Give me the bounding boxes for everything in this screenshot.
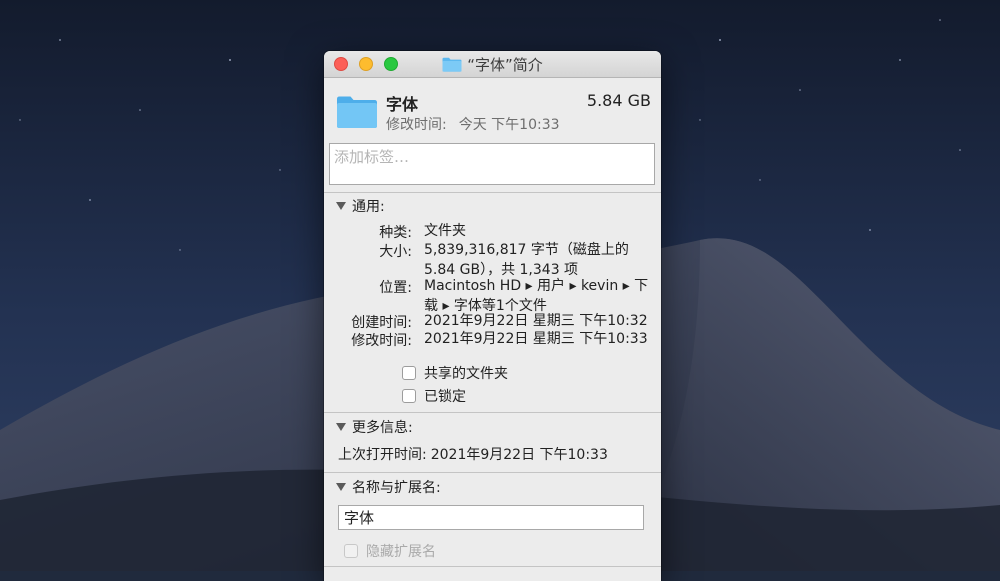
size-value: 5,839,316,817 字节（磁盘上的 5.84 GB），共 1,343 项 <box>424 242 629 278</box>
locked-checkbox[interactable] <box>402 389 416 403</box>
locked-option[interactable]: 已锁定 <box>402 386 466 406</box>
created-value: 2021年9月22日 星期三 下午10:32 <box>424 313 648 329</box>
tags-input[interactable]: 添加标签… <box>329 143 655 185</box>
shared-folder-option[interactable]: 共享的文件夹 <box>402 363 508 383</box>
name-extension-section-header[interactable]: 名称与扩展名: <box>336 477 441 497</box>
name-input[interactable]: 字体 <box>338 505 644 530</box>
divider <box>324 192 661 193</box>
more-info-section-header[interactable]: 更多信息: <box>336 417 413 437</box>
folder-icon <box>442 57 462 72</box>
name-extension-section-title: 名称与扩展名: <box>352 480 441 496</box>
file-size: 5.84 GB <box>586 91 651 110</box>
general-section-header[interactable]: 通用: <box>336 196 385 216</box>
window-title: “字体”简介 <box>467 55 543 74</box>
disclosure-triangle-icon[interactable] <box>336 423 346 431</box>
where-value: Macintosh HD ▸ 用户 ▸ kevin ▸ 下载 ▸ 字体等1个文件 <box>424 278 649 314</box>
last-opened-row: 上次打开时间: 2021年9月22日 下午10:33 <box>338 444 608 464</box>
window-title-group: “字体”简介 <box>324 51 661 77</box>
locked-label: 已锁定 <box>424 389 466 405</box>
modified-value: 今天 下午10:33 <box>458 117 560 133</box>
shared-folder-checkbox[interactable] <box>402 366 416 380</box>
divider <box>324 566 661 567</box>
folder-icon <box>337 96 377 128</box>
hide-extension-checkbox <box>344 544 358 558</box>
more-info-section-title: 更多信息: <box>352 420 413 436</box>
modified-label: 修改时间: <box>386 117 447 133</box>
modified-summary: 修改时间: 今天 下午10:33 <box>386 114 560 134</box>
hide-extension-option: 隐藏扩展名 <box>344 541 436 561</box>
divider <box>324 412 661 413</box>
disclosure-triangle-icon[interactable] <box>336 202 346 210</box>
size-label: 大小: <box>379 244 412 260</box>
created-label: 创建时间: <box>351 315 412 331</box>
title-bar[interactable]: “字体”简介 <box>324 51 661 78</box>
get-info-window: “字体”简介 字体 5.84 GB 修改时间: 今天 下午10:33 添加标签… … <box>324 51 661 581</box>
modified-value: 2021年9月22日 星期三 下午10:33 <box>424 331 648 347</box>
kind-label: 种类: <box>379 225 412 241</box>
shared-folder-label: 共享的文件夹 <box>424 366 508 382</box>
kind-value: 文件夹 <box>424 223 466 239</box>
modified-label: 修改时间: <box>351 333 412 349</box>
file-name: 字体 <box>386 95 419 114</box>
last-opened-value: 2021年9月22日 下午10:33 <box>430 447 608 463</box>
last-opened-label: 上次打开时间: <box>338 447 427 463</box>
disclosure-triangle-icon[interactable] <box>336 483 346 491</box>
where-label: 位置: <box>379 280 412 296</box>
divider <box>324 472 661 473</box>
hide-extension-label: 隐藏扩展名 <box>366 544 436 560</box>
general-section-title: 通用: <box>352 199 385 215</box>
